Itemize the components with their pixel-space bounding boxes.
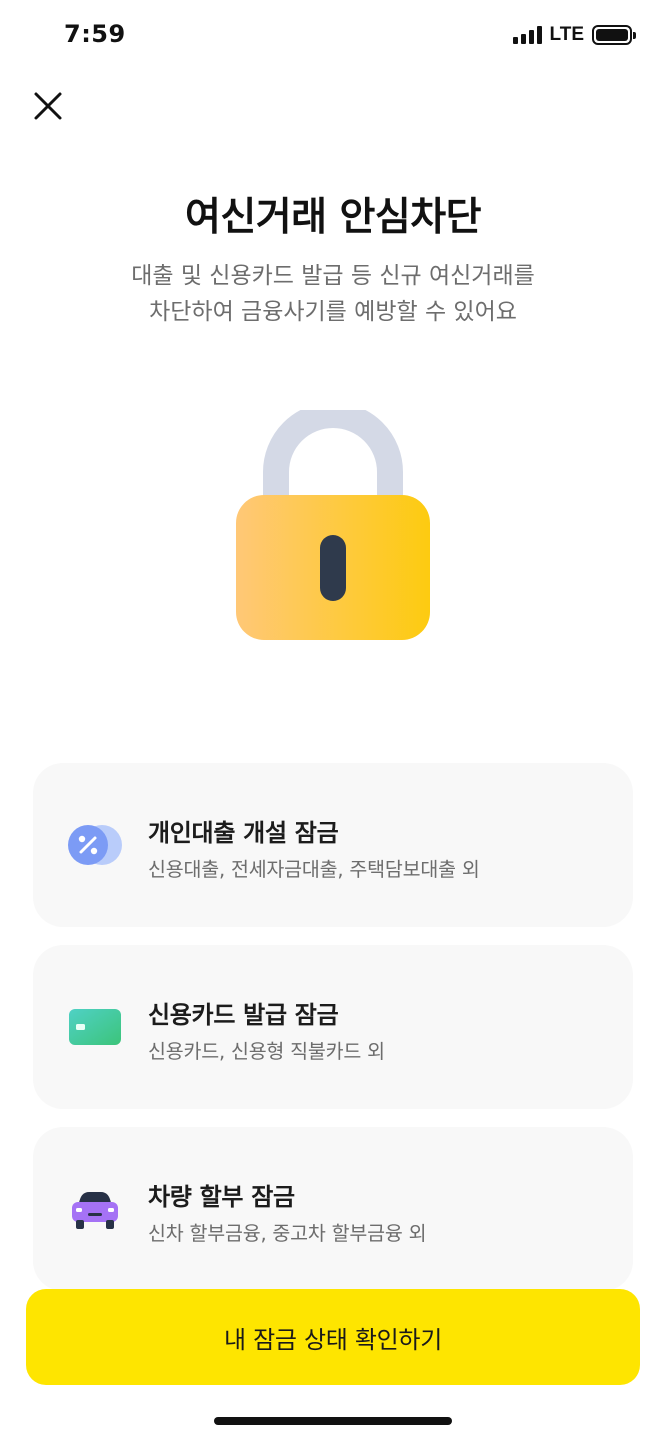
home-indicator — [214, 1417, 452, 1425]
card-personal-loan-lock[interactable]: 개인대출 개설 잠금 신용대출, 전세자금대출, 주택담보대출 외 — [33, 763, 633, 927]
credit-card-icon — [69, 1009, 121, 1045]
card-car-installment-lock[interactable]: 차량 할부 잠금 신차 할부금융, 중고차 할부금융 외 — [33, 1127, 633, 1291]
padlock-icon — [236, 410, 430, 640]
network-type: LTE — [549, 24, 584, 45]
close-button[interactable] — [28, 86, 68, 126]
battery-icon — [592, 25, 636, 45]
check-lock-status-button[interactable]: 내 잠금 상태 확인하기 — [26, 1289, 640, 1385]
page-title: 여신거래 안심차단 — [184, 195, 482, 240]
card-credit-card-lock[interactable]: 신용카드 발급 잠금 신용카드, 신용형 직불카드 외 — [33, 945, 633, 1109]
close-icon — [34, 92, 62, 120]
status-indicators: LTE — [512, 24, 636, 46]
card-subtitle: 신차 할부금융, 중고차 할부금융 외 — [148, 1222, 427, 1245]
car-icon — [72, 1192, 118, 1229]
description-line-2: 차단하여 금융사기를 예방할 수 있어요 — [149, 299, 517, 325]
card-subtitle: 신용카드, 신용형 직불카드 외 — [148, 1040, 385, 1063]
signal-bars-icon — [512, 26, 542, 44]
status-time: 7:59 — [64, 20, 126, 48]
status-bar: 7:59 LTE — [0, 0, 666, 72]
description-line-1: 대출 및 신용카드 발급 등 신규 여신거래를 — [131, 263, 535, 289]
card-title: 차량 할부 잠금 — [148, 1183, 295, 1211]
card-subtitle: 신용대출, 전세자금대출, 주택담보대출 외 — [148, 858, 480, 881]
card-title: 개인대출 개설 잠금 — [148, 819, 339, 847]
percent-coin-icon — [68, 825, 122, 865]
card-title: 신용카드 발급 잠금 — [148, 1001, 339, 1029]
page-description: 대출 및 신용카드 발급 등 신규 여신거래를 차단하여 금융사기를 예방할 수… — [0, 258, 666, 330]
